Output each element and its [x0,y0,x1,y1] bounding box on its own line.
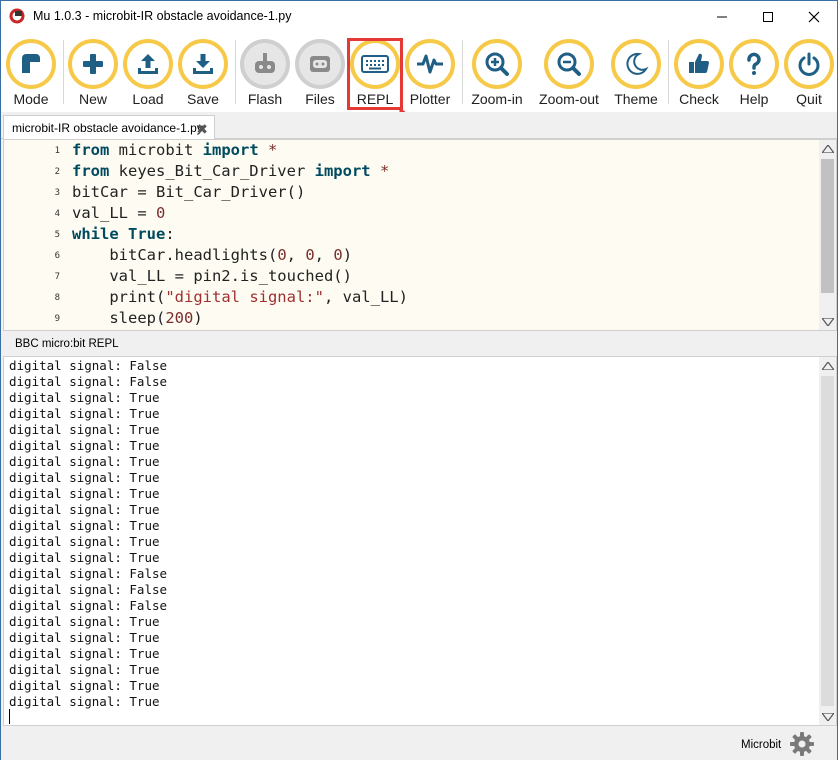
question-icon [747,52,761,75]
theme-button[interactable]: Theme [608,38,664,112]
code-line: val_LL = pin2.is_touched() [72,267,352,285]
mode-icon [22,54,40,73]
code-line: sleep(200) [72,309,203,327]
code-line: while True: [72,225,175,243]
code-line: from keyes_Bit_Car_Driver import * [72,162,390,180]
repl-line: digital signal: True [9,454,160,469]
repl-line: digital signal: False [9,358,168,373]
upload-icon [138,54,158,74]
maximize-button[interactable] [745,1,791,32]
repl-line: digital signal: False [9,598,168,613]
repl-line: digital signal: True [9,470,160,485]
repl-line: digital signal: True [9,614,160,629]
save-button[interactable]: Save [175,38,231,112]
code-editor[interactable]: 1 2 3 4 5 6 7 8 9 from microbit import *… [3,139,837,331]
code-line: bitCar = Bit_Car_Driver() [72,183,306,201]
code-line: from microbit import * [72,141,278,159]
thumbs-up-icon [689,53,709,74]
tab-microbit-file[interactable]: microbit-IR obstacle avoidance-1.py ✖ [3,115,215,140]
scroll-up-arrow[interactable] [819,357,836,374]
close-icon [808,11,820,22]
repl-line: digital signal: True [9,646,160,661]
repl-line: digital signal: False [9,374,168,389]
editor-scrollbar[interactable] [819,140,836,330]
power-icon [798,52,820,76]
repl-line: digital signal: False [9,566,168,581]
scroll-down-arrow[interactable] [819,313,836,330]
zoom-out-icon [557,52,581,76]
tab-close-icon[interactable]: ✖ [196,121,208,138]
repl-line: digital signal: True [9,390,160,405]
files-icon [310,56,330,72]
repl-console[interactable]: digital signal: False digital signal: Fal… [3,356,837,726]
scroll-thumb[interactable] [821,159,834,293]
scroll-down-arrow[interactable] [819,708,836,725]
chevron-up-icon [821,361,834,370]
repl-line: digital signal: True [9,630,160,645]
repl-line: digital signal: True [9,406,160,421]
repl-line: digital signal: True [9,502,160,517]
download-icon [193,54,213,74]
scroll-up-arrow[interactable] [819,140,836,157]
tab-bar: microbit-IR obstacle avoidance-1.py ✖ [1,112,837,140]
close-button[interactable] [791,1,837,32]
toolbar: Mode New Load Save Flash Files REPL Plot… [1,32,837,112]
text-cursor [9,709,10,724]
repl-line: digital signal: True [9,486,160,501]
line-number-gutter: 1 2 3 4 5 6 7 8 9 [4,140,68,330]
zoom-in-icon [485,52,509,76]
mode-label: Microbit [741,739,782,751]
line-number: 9 [54,314,60,324]
repl-highlight-box [347,38,403,110]
chevron-up-icon [821,144,834,153]
code-line: bitCar.headlights(0, 0, 0) [72,246,353,264]
repl-line: digital signal: True [9,662,160,677]
line-number: 6 [54,251,60,261]
mode-button[interactable]: Mode [3,38,59,112]
minimize-icon [717,16,727,17]
line-number: 3 [54,188,60,198]
code-line: val_LL = 0 [72,204,166,222]
line-number: 5 [54,230,60,240]
code-line: print("digital signal:", val_LL) [72,288,408,306]
line-number: 8 [54,293,60,303]
gear-icon[interactable] [789,731,815,757]
mu-editor-window: Mu 1.0.3 - microbit-IR obstacle avoidanc… [0,0,838,760]
minimize-button[interactable] [699,1,745,32]
repl-header: BBC micro:bit REPL [3,334,837,356]
repl-line: digital signal: True [9,694,160,709]
plus-icon [83,54,103,74]
line-number: 1 [54,146,60,156]
pulse-icon [417,54,443,74]
chevron-down-icon [821,317,834,326]
mu-logo-icon [9,8,25,24]
repl-line: digital signal: True [9,678,160,693]
repl-line: digital signal: True [9,518,160,533]
repl-line: digital signal: False [9,582,168,597]
zoom-out-button[interactable]: Zoom-out [539,38,599,112]
line-number: 2 [54,167,60,177]
scroll-thumb[interactable] [821,376,834,706]
repl-line: digital signal: True [9,534,160,549]
chevron-down-icon [821,712,834,721]
line-number: 7 [54,272,60,282]
zoom-in-button[interactable]: Zoom-in [469,38,525,112]
status-bar: Microbit [1,727,837,760]
repl-line: digital signal: True [9,422,160,437]
moon-icon [626,52,649,75]
repl-title: BBC micro:bit REPL [15,338,119,350]
window-title: Mu 1.0.3 - microbit-IR obstacle avoidanc… [33,9,292,23]
flash-icon [255,53,275,73]
repl-line: digital signal: True [9,438,160,453]
repl-scrollbar[interactable] [819,357,836,725]
maximize-icon [763,11,773,22]
line-number: 4 [54,209,60,219]
title-bar: Mu 1.0.3 - microbit-IR obstacle avoidanc… [1,1,837,32]
repl-line: digital signal: True [9,550,160,565]
quit-button[interactable]: Quit [781,38,837,112]
tab-label: microbit-IR obstacle avoidance-1.py [12,121,203,135]
